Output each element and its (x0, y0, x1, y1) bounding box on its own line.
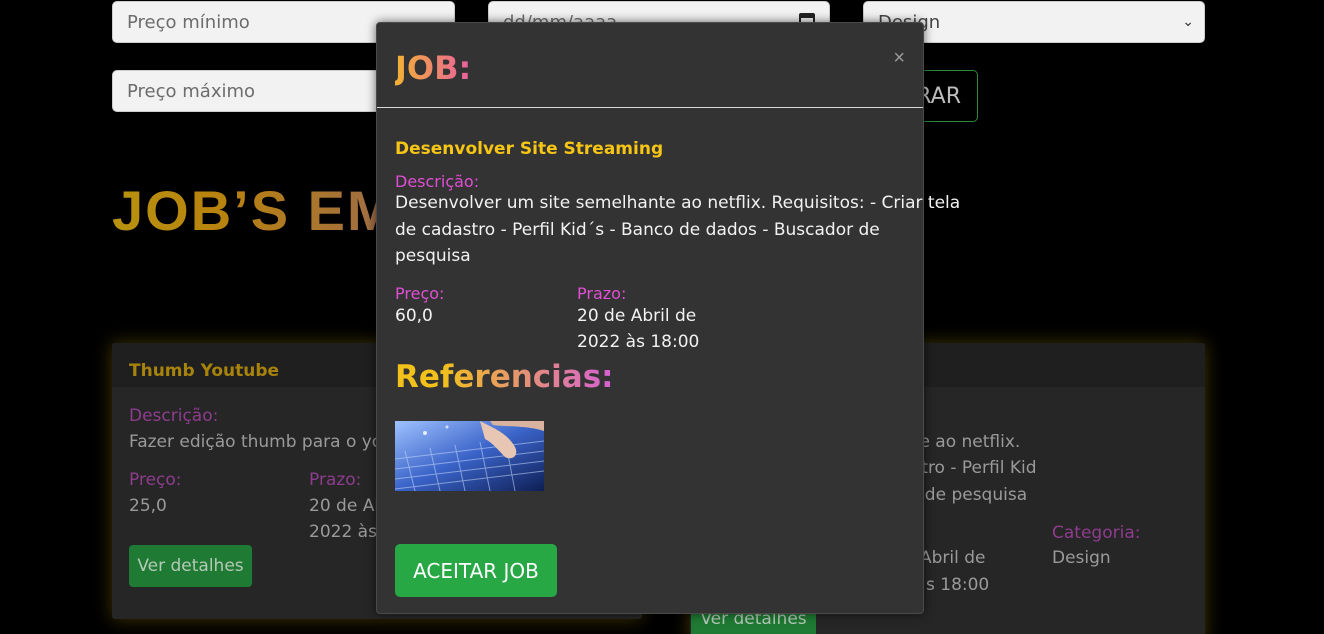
reference-image[interactable] (395, 421, 544, 491)
category-label: Categoria: (1052, 523, 1141, 543)
keyboard-hand-picture (395, 421, 544, 491)
deadline-value-line2: s 18:00 (926, 575, 990, 595)
deadline-label: Prazo: (577, 284, 627, 303)
close-icon[interactable]: × (893, 47, 905, 70)
details-button-label: Ver detalhes (137, 556, 244, 576)
price-value: 25,0 (129, 496, 167, 516)
modal-divider (377, 107, 923, 108)
desc-text-line3: pesquisa (395, 246, 471, 266)
price-label: Preço: (129, 470, 182, 490)
job-modal: JOB: × Desenvolver Site Streaming Descri… (376, 22, 960, 614)
job-name: Desenvolver Site Streaming (395, 139, 664, 159)
price-value: 60,0 (395, 306, 433, 326)
chevron-down-icon: ⌄ (1182, 14, 1194, 30)
section-title: JOB’S EM (112, 179, 396, 242)
desc-text: Fazer edição thumb para o yout (129, 432, 400, 452)
accept-job-button[interactable]: ACEITAR JOB (395, 544, 557, 597)
desc-label: Descrição: (395, 172, 480, 191)
desc-label: Descrição: (129, 406, 219, 426)
accept-job-label: ACEITAR JOB (413, 558, 539, 583)
page: Preço mínimo dd/mm/aaaa Design ⌄ Preço m… (0, 0, 1324, 634)
category-value: Design (1052, 548, 1111, 568)
max-price-placeholder: Preço máximo (127, 80, 256, 102)
deadline-label: Prazo: (309, 470, 362, 490)
price-label: Preço: (395, 284, 445, 303)
details-button[interactable]: Ver detalhes (129, 545, 252, 587)
deadline-value-line1: 20 de Ab (309, 496, 386, 516)
desc-text-line2: de cadastro - Perfil Kid´s - Banco de da… (395, 220, 880, 240)
deadline-value-line1: Abril de (920, 548, 986, 568)
desc-text-line1: Desenvolver um site semelhante ao netfli… (395, 193, 961, 213)
deadline-value-line1: 20 de Abril de (577, 306, 697, 326)
min-price-placeholder: Preço mínimo (127, 11, 250, 33)
modal-title: JOB: (395, 49, 472, 87)
references-title: Referencias: (395, 359, 614, 395)
deadline-value-line2: 2022 às 18:00 (577, 332, 700, 352)
